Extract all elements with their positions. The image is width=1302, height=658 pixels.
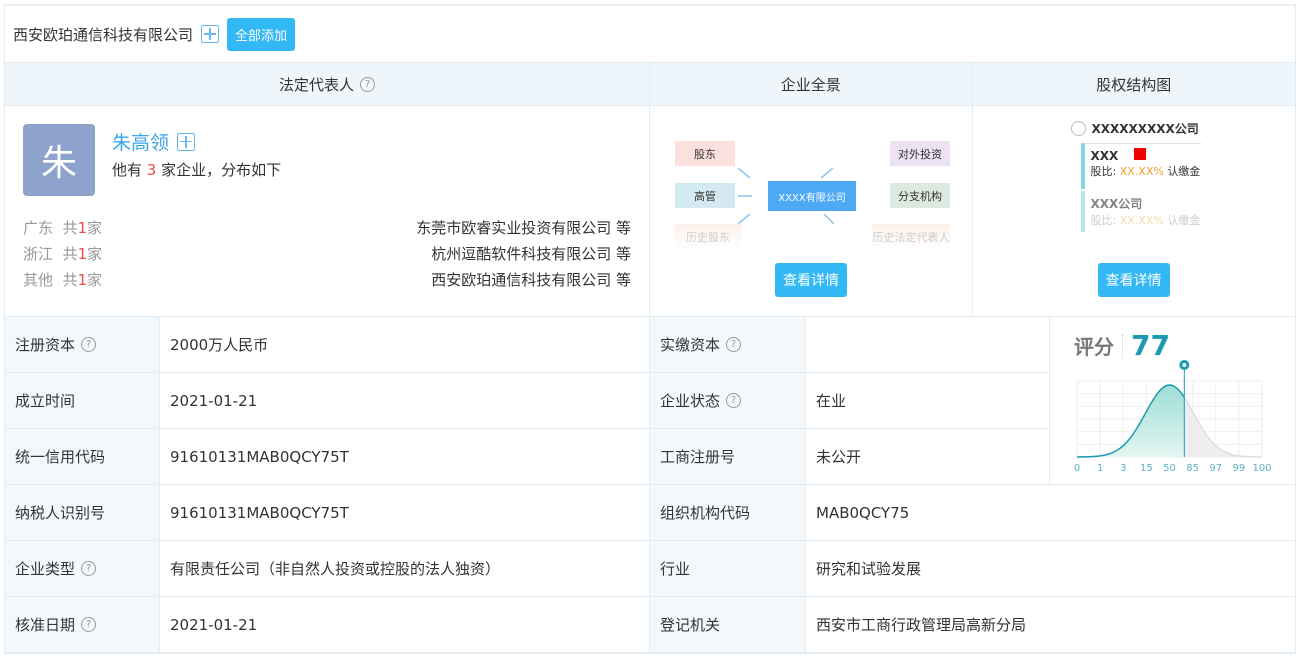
score-tick-label: 50 <box>1163 463 1176 474</box>
arrows <box>737 167 835 225</box>
help-icon[interactable]: ? <box>81 337 97 352</box>
field-value <box>806 317 1050 373</box>
field-label: 行业 <box>650 541 806 597</box>
field-label: 组织机构代码 <box>650 485 806 541</box>
score-tick-label: 0 <box>1074 463 1080 474</box>
equity-header: 股权结构图 <box>1096 75 1172 94</box>
region-row: 其他 共1家 西安欧珀通信科技有限公司 等 <box>23 269 631 290</box>
help-icon[interactable]: ? <box>81 617 97 632</box>
field-value: 91610131MAB0QCY75T <box>160 485 650 541</box>
score-tick-label: 85 <box>1186 463 1199 474</box>
field-label: 纳税人识别号 <box>5 485 160 541</box>
region-company-link[interactable]: 东莞市欧睿实业投资有限公司 等 <box>416 217 631 238</box>
enterprise-summary: 他有 3 家企业，分布如下 <box>112 161 282 179</box>
help-icon[interactable]: ? <box>81 561 97 576</box>
company-card: 西安欧珀通信科技有限公司 全部添加 法定代表人? 企业全景 股权结构图 朱 朱高… <box>4 4 1296 654</box>
region-company-link[interactable]: 杭州逗酷软件科技有限公司 等 <box>431 243 631 264</box>
field-label: 实缴资本? <box>650 317 806 373</box>
score-label: 评分 <box>1074 335 1114 359</box>
section-headers: 法定代表人? 企业全景 股权结构图 <box>5 62 1295 106</box>
legal-rep-header: 法定代表人 <box>278 75 354 94</box>
equity-company: XXX公司 <box>1090 197 1143 211</box>
legal-rep-name[interactable]: 朱高领 <box>112 128 169 155</box>
field-label: 注册资本? <box>5 317 160 373</box>
field-label: 登记机关 <box>650 597 806 653</box>
field-value: 有限责任公司（非自然人投资或控股的法人独资） <box>160 541 650 597</box>
company-header: 西安欧珀通信科技有限公司 全部添加 <box>5 6 1295 62</box>
field-value: 在业 <box>806 373 1050 429</box>
score-tick-label: 15 <box>1140 463 1153 474</box>
add-all-button[interactable]: 全部添加 <box>227 17 296 51</box>
field-label: 企业类型? <box>5 541 160 597</box>
field-value: 未公开 <box>806 429 1050 485</box>
region-company-link[interactable]: 西安欧珀通信科技有限公司 等 <box>431 269 631 290</box>
panorama-detail-button[interactable]: 查看详情 <box>775 263 847 297</box>
info-table: 评分 77 0 1 3 15 50 85 97 99 100 注册资本? 2000万人民币 实缴… <box>5 317 1296 653</box>
equity-person: XXX <box>1090 149 1119 163</box>
field-value: 西安市工商行政管理局高新分局 <box>806 597 1296 653</box>
field-value: MAB0QCY75 <box>806 485 1296 541</box>
legal-rep-panel: 朱 朱高领 他有 3 家企业，分布如下 广东 共1家 东莞市欧睿实业投资有限公司 … <box>5 106 650 316</box>
panorama-header: 企业全景 <box>780 75 841 94</box>
equity-root: XXXXXXXXX公司 <box>1091 122 1199 136</box>
equity-panel: XXXXXXXXX公司 XXX 股比: XX.XX% 认缴金 XXX公司 股比:… <box>973 106 1296 316</box>
field-label: 企业状态? <box>650 373 806 429</box>
field-value: 2000万人民币 <box>160 317 650 373</box>
region-row: 广东 共1家 东莞市欧睿实业投资有限公司 等 <box>23 217 631 238</box>
score-panel: 评分 77 0 1 3 15 50 85 97 99 100 <box>1050 317 1296 485</box>
field-label: 成立时间 <box>5 373 160 429</box>
score-tick-label: 99 <box>1233 463 1246 474</box>
field-value: 2021-01-21 <box>160 597 650 653</box>
field-label: 核准日期? <box>5 597 160 653</box>
avatar: 朱 <box>23 124 95 196</box>
score-tick-label: 97 <box>1209 463 1222 474</box>
score-distribution-chart: 0 1 3 15 50 85 97 99 100 <box>1074 360 1272 474</box>
help-icon[interactable]: ? <box>360 76 375 92</box>
score-tick-label: 1 <box>1097 463 1103 474</box>
field-label: 统一信用代码 <box>5 429 160 485</box>
help-icon[interactable]: ? <box>726 393 742 408</box>
equity-detail-button[interactable]: 查看详情 <box>1097 263 1170 297</box>
field-value: 91610131MAB0QCY75T <box>160 429 650 485</box>
add-company-icon[interactable] <box>201 25 220 43</box>
field-label: 工商注册号 <box>650 429 806 485</box>
company-name: 西安欧珀通信科技有限公司 <box>13 25 194 44</box>
panorama-panel: 股东 高管 历史股东 XXXX有限公司 对外投资 分支机构 历史法定代表人 查看… <box>650 106 973 316</box>
help-icon[interactable]: ? <box>726 337 742 352</box>
badge-icon <box>1134 148 1147 160</box>
score-tick-label: 100 <box>1252 463 1271 474</box>
region-row: 浙江 共1家 杭州逗酷软件科技有限公司 等 <box>23 243 631 264</box>
score-tick-label: 3 <box>1120 463 1126 474</box>
add-person-icon[interactable] <box>177 132 196 151</box>
field-value: 研究和试验发展 <box>806 541 1296 597</box>
field-value: 2021-01-21 <box>160 373 650 429</box>
